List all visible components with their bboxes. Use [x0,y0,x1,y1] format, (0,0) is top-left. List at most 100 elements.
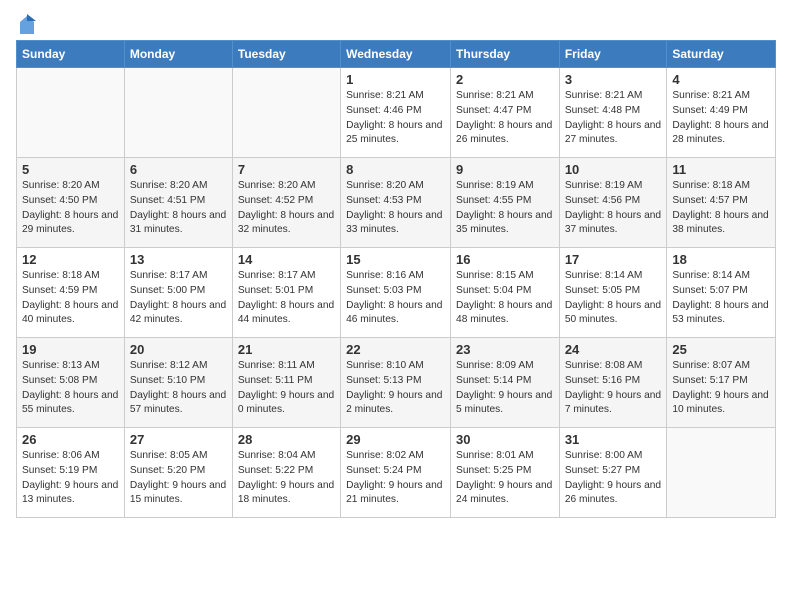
day-number: 8 [346,162,445,177]
calendar-cell: 9 Sunrise: 8:19 AMSunset: 4:55 PMDaylight… [451,158,560,248]
day-number: 30 [456,432,554,447]
day-info: Sunrise: 8:21 AMSunset: 4:48 PMDaylight:… [565,89,662,148]
day-info: Sunrise: 8:02 AMSunset: 5:24 PMDaylight:… [346,449,445,508]
day-number: 13 [130,252,227,267]
calendar-cell: 4 Sunrise: 8:21 AMSunset: 4:49 PMDaylight… [667,68,776,158]
day-number: 3 [565,72,662,87]
calendar-cell: 15 Sunrise: 8:16 AMSunset: 5:03 PMDayligh… [341,248,451,338]
page: SundayMondayTuesdayWednesdayThursdayFrid… [0,0,792,534]
day-number: 26 [22,432,119,447]
calendar-cell: 17 Sunrise: 8:14 AMSunset: 5:05 PMDayligh… [559,248,667,338]
day-info: Sunrise: 8:14 AMSunset: 5:07 PMDaylight:… [672,269,770,328]
logo-icon [18,14,36,36]
day-number: 4 [672,72,770,87]
day-number: 17 [565,252,662,267]
calendar-cell: 26 Sunrise: 8:06 AMSunset: 5:19 PMDayligh… [17,428,125,518]
calendar-cell: 19 Sunrise: 8:13 AMSunset: 5:08 PMDayligh… [17,338,125,428]
calendar-table: SundayMondayTuesdayWednesdayThursdayFrid… [16,40,776,518]
weekday-header-wednesday: Wednesday [341,41,451,68]
day-info: Sunrise: 8:20 AMSunset: 4:51 PMDaylight:… [130,179,227,238]
day-info: Sunrise: 8:21 AMSunset: 4:47 PMDaylight:… [456,89,554,148]
day-info: Sunrise: 8:14 AMSunset: 5:05 PMDaylight:… [565,269,662,328]
day-number: 23 [456,342,554,357]
day-info: Sunrise: 8:08 AMSunset: 5:16 PMDaylight:… [565,359,662,418]
calendar-cell: 27 Sunrise: 8:05 AMSunset: 5:20 PMDayligh… [124,428,232,518]
calendar-cell: 13 Sunrise: 8:17 AMSunset: 5:00 PMDayligh… [124,248,232,338]
day-info: Sunrise: 8:06 AMSunset: 5:19 PMDaylight:… [22,449,119,508]
day-info: Sunrise: 8:18 AMSunset: 4:59 PMDaylight:… [22,269,119,328]
calendar-cell: 8 Sunrise: 8:20 AMSunset: 4:53 PMDaylight… [341,158,451,248]
day-info: Sunrise: 8:10 AMSunset: 5:13 PMDaylight:… [346,359,445,418]
calendar-cell: 3 Sunrise: 8:21 AMSunset: 4:48 PMDaylight… [559,68,667,158]
calendar-cell: 7 Sunrise: 8:20 AMSunset: 4:52 PMDaylight… [232,158,340,248]
calendar-cell: 6 Sunrise: 8:20 AMSunset: 4:51 PMDaylight… [124,158,232,248]
day-number: 27 [130,432,227,447]
calendar-cell: 16Sunrise: 8:15 AMSunset: 5:04 PMDayligh… [451,248,560,338]
calendar-cell: 31Sunrise: 8:00 AMSunset: 5:27 PMDayligh… [559,428,667,518]
day-info: Sunrise: 8:17 AMSunset: 5:01 PMDaylight:… [238,269,335,328]
day-number: 19 [22,342,119,357]
calendar-cell: 23 Sunrise: 8:09 AMSunset: 5:14 PMDayligh… [451,338,560,428]
day-number: 24 [565,342,662,357]
weekday-header-monday: Monday [124,41,232,68]
day-info: Sunrise: 8:05 AMSunset: 5:20 PMDaylight:… [130,449,227,508]
calendar-cell: 11 Sunrise: 8:18 AMSunset: 4:57 PMDayligh… [667,158,776,248]
day-number: 25 [672,342,770,357]
day-info: Sunrise: 8:16 AMSunset: 5:03 PMDaylight:… [346,269,445,328]
day-number: 11 [672,162,770,177]
day-number: 7 [238,162,335,177]
weekday-header-friday: Friday [559,41,667,68]
day-number: 22 [346,342,445,357]
calendar-cell: 22 Sunrise: 8:10 AMSunset: 5:13 PMDayligh… [341,338,451,428]
day-number: 1 [346,72,445,87]
day-info: Sunrise: 8:21 AMSunset: 4:46 PMDaylight:… [346,89,445,148]
week-row-4: 19 Sunrise: 8:13 AMSunset: 5:08 PMDayligh… [17,338,776,428]
calendar-cell [232,68,340,158]
day-info: Sunrise: 8:20 AMSunset: 4:52 PMDaylight:… [238,179,335,238]
day-number: 5 [22,162,119,177]
day-info: Sunrise: 8:20 AMSunset: 4:50 PMDaylight:… [22,179,119,238]
day-info: Sunrise: 8:18 AMSunset: 4:57 PMDaylight:… [672,179,770,238]
calendar-cell [124,68,232,158]
calendar-cell: 18 Sunrise: 8:14 AMSunset: 5:07 PMDayligh… [667,248,776,338]
day-info: Sunrise: 8:01 AMSunset: 5:25 PMDaylight:… [456,449,554,508]
calendar-cell: 12 Sunrise: 8:18 AMSunset: 4:59 PMDayligh… [17,248,125,338]
calendar-cell: 28 Sunrise: 8:04 AMSunset: 5:22 PMDayligh… [232,428,340,518]
calendar-cell: 5 Sunrise: 8:20 AMSunset: 4:50 PMDaylight… [17,158,125,248]
day-info: Sunrise: 8:13 AMSunset: 5:08 PMDaylight:… [22,359,119,418]
calendar-cell: 20 Sunrise: 8:12 AMSunset: 5:10 PMDayligh… [124,338,232,428]
day-number: 15 [346,252,445,267]
calendar-cell: 25Sunrise: 8:07 AMSunset: 5:17 PMDayligh… [667,338,776,428]
day-number: 10 [565,162,662,177]
day-number: 2 [456,72,554,87]
day-number: 6 [130,162,227,177]
day-info: Sunrise: 8:11 AMSunset: 5:11 PMDaylight:… [238,359,335,418]
day-info: Sunrise: 8:19 AMSunset: 4:56 PMDaylight:… [565,179,662,238]
day-info: Sunrise: 8:12 AMSunset: 5:10 PMDaylight:… [130,359,227,418]
day-number: 18 [672,252,770,267]
calendar-cell: 10 Sunrise: 8:19 AMSunset: 4:56 PMDayligh… [559,158,667,248]
day-number: 28 [238,432,335,447]
day-number: 12 [22,252,119,267]
day-number: 20 [130,342,227,357]
week-row-1: 1 Sunrise: 8:21 AMSunset: 4:46 PMDaylight… [17,68,776,158]
calendar-cell [667,428,776,518]
day-number: 31 [565,432,662,447]
day-info: Sunrise: 8:19 AMSunset: 4:55 PMDaylight:… [456,179,554,238]
day-info: Sunrise: 8:21 AMSunset: 4:49 PMDaylight:… [672,89,770,148]
calendar-cell: 30 Sunrise: 8:01 AMSunset: 5:25 PMDayligh… [451,428,560,518]
weekday-header-row: SundayMondayTuesdayWednesdayThursdayFrid… [17,41,776,68]
day-info: Sunrise: 8:04 AMSunset: 5:22 PMDaylight:… [238,449,335,508]
day-number: 9 [456,162,554,177]
day-info: Sunrise: 8:20 AMSunset: 4:53 PMDaylight:… [346,179,445,238]
weekday-header-thursday: Thursday [451,41,560,68]
day-number: 14 [238,252,335,267]
day-number: 21 [238,342,335,357]
day-info: Sunrise: 8:15 AMSunset: 5:04 PMDaylight:… [456,269,554,328]
calendar-cell: 14 Sunrise: 8:17 AMSunset: 5:01 PMDayligh… [232,248,340,338]
day-info: Sunrise: 8:17 AMSunset: 5:00 PMDaylight:… [130,269,227,328]
weekday-header-sunday: Sunday [17,41,125,68]
header [16,10,776,34]
week-row-2: 5 Sunrise: 8:20 AMSunset: 4:50 PMDaylight… [17,158,776,248]
day-info: Sunrise: 8:09 AMSunset: 5:14 PMDaylight:… [456,359,554,418]
